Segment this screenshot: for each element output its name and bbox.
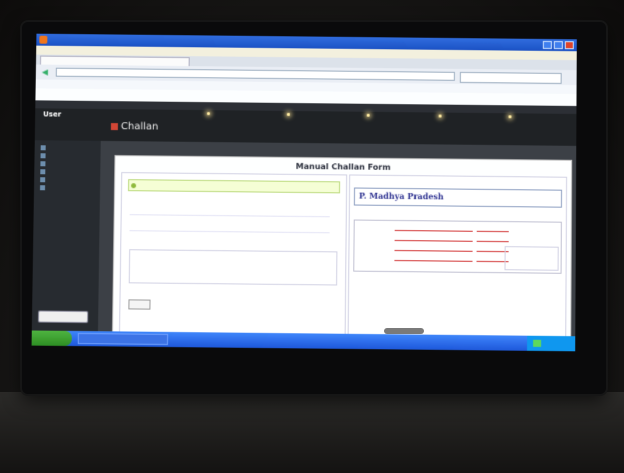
desk-surface [0, 392, 624, 473]
back-arrow-icon[interactable]: ◀ [42, 68, 48, 77]
main-content: Manual Challan Form P. Madhya Pradesh [97, 140, 577, 341]
table-row [359, 224, 559, 235]
menu-icon [40, 168, 46, 174]
search-input[interactable] [459, 71, 562, 84]
monitor-screen: ◀ User Challan Manual Challan Form P. Ma… [31, 33, 577, 352]
note-box [504, 246, 559, 271]
menu-icon [40, 160, 46, 166]
sidebar-item[interactable] [40, 168, 90, 175]
sidebar-item[interactable] [40, 160, 90, 167]
sidebar-item[interactable] [40, 152, 91, 159]
text-field[interactable] [129, 209, 330, 218]
text-field[interactable] [129, 225, 330, 234]
page-title: Challan [120, 121, 159, 133]
sidebar-button[interactable] [37, 310, 89, 324]
table-row [359, 234, 559, 245]
monitor-stand-glare [384, 328, 424, 334]
notice-banner [128, 179, 341, 194]
sidebar-item[interactable] [40, 184, 90, 191]
minimize-icon[interactable] [542, 40, 552, 50]
menu-icon [40, 144, 46, 150]
system-tray [527, 335, 576, 352]
form-column [119, 172, 348, 335]
challan-header: P. Madhya Pradesh [353, 187, 563, 208]
form-panel: Manual Challan Form P. Madhya Pradesh [111, 155, 573, 341]
close-icon[interactable] [564, 41, 574, 50]
network-icon [533, 339, 542, 347]
challan-preview: P. Madhya Pradesh [347, 174, 568, 338]
challan-table [353, 219, 562, 274]
start-button[interactable] [31, 330, 72, 347]
remarks-textarea[interactable] [128, 249, 338, 286]
window-controls [542, 40, 574, 50]
submit-button[interactable] [128, 299, 151, 310]
maximize-icon[interactable] [553, 41, 563, 50]
brand-title: P. Madhya Pradesh [358, 190, 444, 202]
user-label: User [43, 110, 62, 119]
sidebar [31, 140, 101, 332]
browser-icon [39, 35, 48, 44]
menu-icon [40, 176, 46, 182]
sidebar-item[interactable] [40, 144, 91, 151]
form-title: Manual Challan Form [295, 161, 391, 172]
challan-icon [110, 123, 118, 131]
sidebar-item[interactable] [40, 176, 90, 183]
menu-icon [40, 152, 46, 158]
info-icon [131, 183, 137, 189]
taskbar-item[interactable] [77, 332, 169, 346]
address-bar[interactable] [55, 67, 455, 81]
menu-icon [40, 184, 46, 190]
